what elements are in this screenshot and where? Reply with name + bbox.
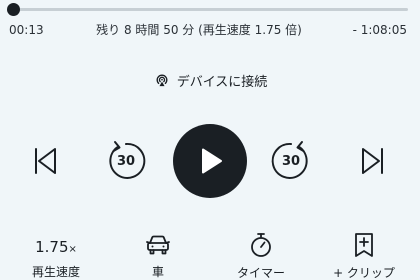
skip-next-icon xyxy=(358,146,388,176)
elapsed-time: 00:13 xyxy=(9,23,44,37)
skip-previous-icon xyxy=(30,146,60,176)
progress-scrubber[interactable] xyxy=(7,3,21,16)
car-icon xyxy=(145,233,171,261)
playback-speed-value: 1.75× xyxy=(35,237,77,256)
next-chapter-button[interactable] xyxy=(355,143,391,179)
cast-audio-icon xyxy=(153,71,171,89)
sleep-timer-label: タイマー xyxy=(236,266,285,280)
car-mode-label: 車 xyxy=(151,265,164,279)
playback-speed-label: 再生速度 xyxy=(31,265,80,279)
connect-device-label: デバイスに接続 xyxy=(176,74,268,90)
skip-forward-seconds: 30 xyxy=(281,153,301,169)
add-clip-button[interactable]: + クリップ xyxy=(322,232,406,280)
previous-chapter-button[interactable] xyxy=(27,143,63,179)
stopwatch-icon xyxy=(249,232,273,262)
remaining-time: - 1:08:05 xyxy=(352,23,407,37)
remaining-summary: 残り 8 時間 50 分 (再生速度 1.75 倍) xyxy=(96,23,302,37)
play-button[interactable] xyxy=(173,124,247,198)
bookmark-plus-icon xyxy=(353,232,375,262)
progress-track[interactable] xyxy=(12,8,408,11)
skip-forward-button[interactable]: 30 xyxy=(268,138,314,184)
car-mode-button[interactable]: 車 xyxy=(116,232,200,280)
playback-speed-button[interactable]: 1.75× 再生速度 xyxy=(14,232,98,280)
add-clip-label: + クリップ xyxy=(333,266,395,280)
skip-back-seconds: 30 xyxy=(116,153,136,169)
skip-back-button[interactable]: 30 xyxy=(103,138,149,184)
play-icon xyxy=(195,146,225,176)
sleep-timer-button[interactable]: タイマー xyxy=(219,232,303,280)
connect-device-button[interactable]: デバイスに接続 xyxy=(0,70,420,90)
